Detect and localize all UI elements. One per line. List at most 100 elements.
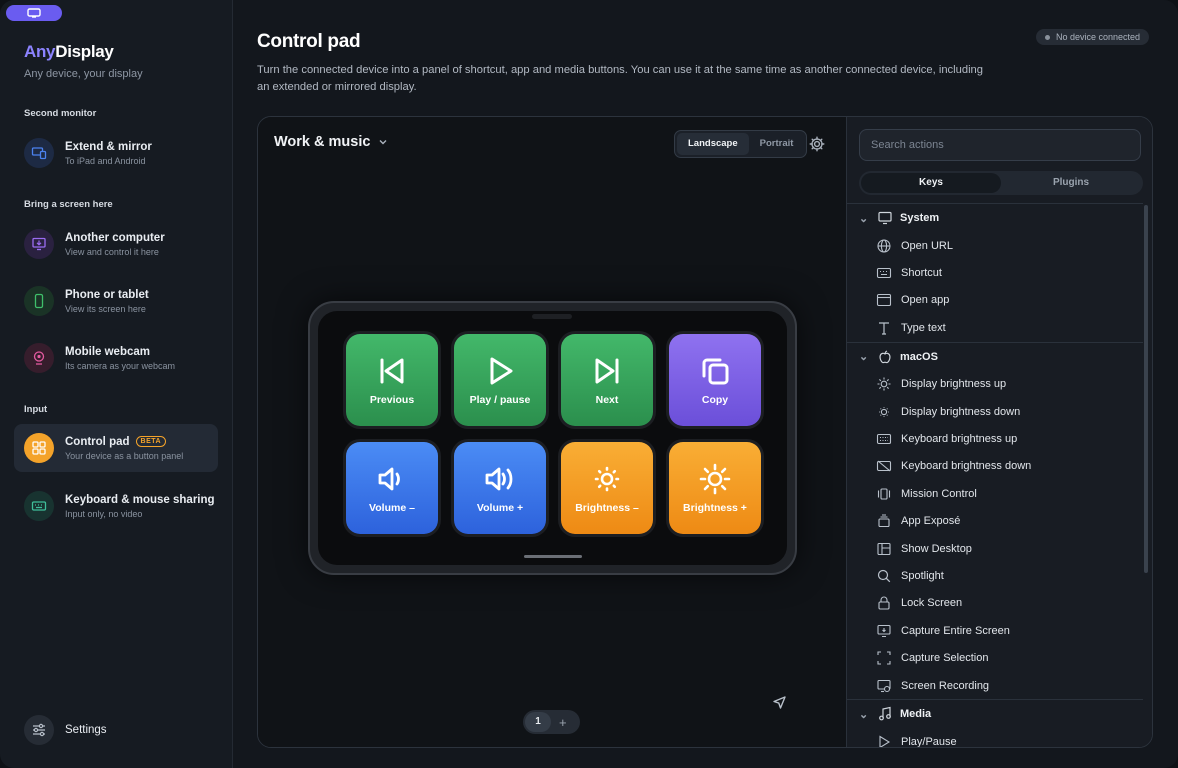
action-label: Spotlight [901, 569, 944, 582]
action-mission-control[interactable]: Mission Control [847, 480, 1143, 507]
next-track-icon [595, 358, 619, 384]
chevron-down-icon: ⌄ [859, 212, 869, 225]
key-label: Play / pause [469, 394, 531, 406]
action-label: Mission Control [901, 487, 977, 500]
orientation-portrait[interactable]: Portrait [749, 133, 805, 155]
page-description: Turn the connected device into a panel o… [257, 64, 984, 93]
action-spotlight[interactable]: Spotlight [847, 562, 1143, 589]
layout-selector[interactable]: Work & music [274, 134, 388, 150]
action-lock-screen[interactable]: Lock Screen [847, 590, 1143, 617]
desktop-icon [877, 542, 891, 555]
sidebar-item-keyboard-mouse[interactable]: Keyboard & mouse sharing Input only, no v… [14, 482, 218, 530]
device-preview: Previous Play / pause Next Copy Volume –… [308, 301, 797, 575]
action-show-desktop[interactable]: Show Desktop [847, 535, 1143, 562]
sidebar-item-control-pad[interactable]: Control pad BETA Your device as a button p… [14, 424, 218, 472]
window-toggle-button[interactable] [6, 5, 62, 21]
status-dot-icon [1045, 34, 1050, 40]
orientation-toggle: Landscape Portrait [674, 130, 808, 158]
action-play-pause[interactable]: Play/Pause [847, 728, 1143, 747]
sidebar-item-title: Keyboard & mouse sharing [65, 493, 215, 506]
volume-up-icon [485, 467, 513, 491]
key-label: Brightness – [575, 502, 639, 514]
control-pad-panel: Work & music Landscape Portrait Previous [257, 116, 1153, 748]
section-bring-screen: Bring a screen here [24, 199, 113, 210]
page-title: Control pad [257, 31, 361, 52]
settings-label: Settings [65, 724, 107, 736]
key-next[interactable]: Next [561, 334, 653, 426]
settings-button[interactable]: Settings [14, 706, 218, 754]
search-icon [877, 569, 891, 583]
status-badge: No device connected [1036, 29, 1150, 45]
sidebar-item-subtitle: To iPad and Android [65, 155, 146, 166]
search-actions-input[interactable] [859, 129, 1141, 161]
actions-scrollbar[interactable] [1144, 205, 1148, 573]
action-display-brightness-down[interactable]: Display brightness down [847, 398, 1143, 425]
orientation-landscape[interactable]: Landscape [677, 133, 749, 155]
add-page-button[interactable]: + [559, 715, 567, 730]
action-label: Show Desktop [901, 542, 972, 555]
previous-track-icon [380, 358, 404, 384]
chevron-down-icon: ⌄ [859, 351, 869, 364]
action-shortcut[interactable]: Shortcut [847, 259, 1143, 286]
phone-icon [24, 286, 54, 316]
sliders-icon [24, 715, 54, 745]
sidebar-item-title: Control pad [65, 435, 130, 448]
action-app-expose[interactable]: App Exposé [847, 508, 1143, 535]
actions-list: ⌄ System Open URL Shortcut Open app Type… [847, 203, 1143, 747]
sidebar-item-extend-mirror[interactable]: Extend & mirror To iPad and Android [14, 129, 218, 177]
action-capture-entire-screen[interactable]: Capture Entire Screen [847, 617, 1143, 644]
action-open-app[interactable]: Open app [847, 287, 1143, 314]
key-previous[interactable]: Previous [346, 334, 438, 426]
brightness-up-icon [699, 463, 731, 495]
text-icon [879, 322, 889, 335]
status-text: No device connected [1056, 32, 1141, 42]
key-brightness-down[interactable]: Brightness – [561, 442, 653, 534]
device-screen: Previous Play / pause Next Copy Volume –… [318, 311, 787, 565]
screen-record-icon [877, 679, 891, 692]
page-1-button[interactable]: 1 [525, 712, 551, 732]
app-window: AnyDisplay Any device, your display Seco… [0, 0, 1178, 768]
key-copy[interactable]: Copy [669, 334, 761, 426]
action-type-text[interactable]: Type text [847, 314, 1143, 341]
key-volume-up[interactable]: Volume + [454, 442, 546, 534]
key-label: Volume – [369, 502, 415, 514]
action-keyboard-brightness-down[interactable]: Keyboard brightness down [847, 453, 1143, 480]
action-keyboard-brightness-up[interactable]: Keyboard brightness up [847, 425, 1143, 452]
brightness-down-icon [594, 466, 620, 492]
action-open-url[interactable]: Open URL [847, 232, 1143, 259]
keyboard-icon [24, 491, 54, 521]
sun-small-icon [879, 406, 889, 417]
apple-icon [879, 350, 891, 363]
group-macos[interactable]: ⌄ macOS [847, 341, 1143, 371]
sidebar-item-subtitle: View its screen here [65, 303, 146, 314]
action-screen-recording[interactable]: Screen Recording [847, 672, 1143, 699]
device-camera-notch [532, 314, 572, 319]
sidebar: AnyDisplay Any device, your display Seco… [0, 0, 233, 768]
tab-plugins[interactable]: Plugins [1001, 173, 1141, 193]
key-volume-down[interactable]: Volume – [346, 442, 438, 534]
action-label: Keyboard brightness up [901, 433, 1018, 446]
sidebar-item-subtitle: Your device as a button panel [65, 450, 184, 461]
key-play-pause[interactable]: Play / pause [454, 334, 546, 426]
capture-selection-icon [877, 651, 891, 665]
monitor-icon [878, 211, 892, 225]
tab-keys[interactable]: Keys [861, 173, 1001, 193]
key-label: Previous [369, 394, 415, 406]
action-label: Display brightness up [901, 378, 1007, 391]
action-display-brightness-up[interactable]: Display brightness up [847, 371, 1143, 398]
key-brightness-up[interactable]: Brightness + [669, 442, 761, 534]
window-icon [876, 294, 892, 307]
sidebar-item-title: Another computer [65, 231, 165, 244]
action-capture-selection[interactable]: Capture Selection [847, 644, 1143, 671]
sidebar-item-phone-tablet[interactable]: Phone or tablet View its screen here [14, 277, 218, 325]
group-system[interactable]: ⌄ System [847, 203, 1143, 232]
gear-icon[interactable] [808, 135, 826, 153]
beta-badge: BETA [135, 436, 167, 447]
action-label: Keyboard brightness down [901, 460, 1032, 473]
section-input: Input [24, 404, 48, 415]
sidebar-item-another-computer[interactable]: Another computer View and control it here [14, 220, 218, 268]
chevron-down-icon [379, 140, 387, 145]
sidebar-item-mobile-webcam[interactable]: Mobile webcam Its camera as your webcam [14, 334, 218, 382]
actions-panel: Keys Plugins ⌄ System Open URL Shortcut … [846, 117, 1152, 747]
group-media[interactable]: ⌄ Media [847, 699, 1143, 728]
